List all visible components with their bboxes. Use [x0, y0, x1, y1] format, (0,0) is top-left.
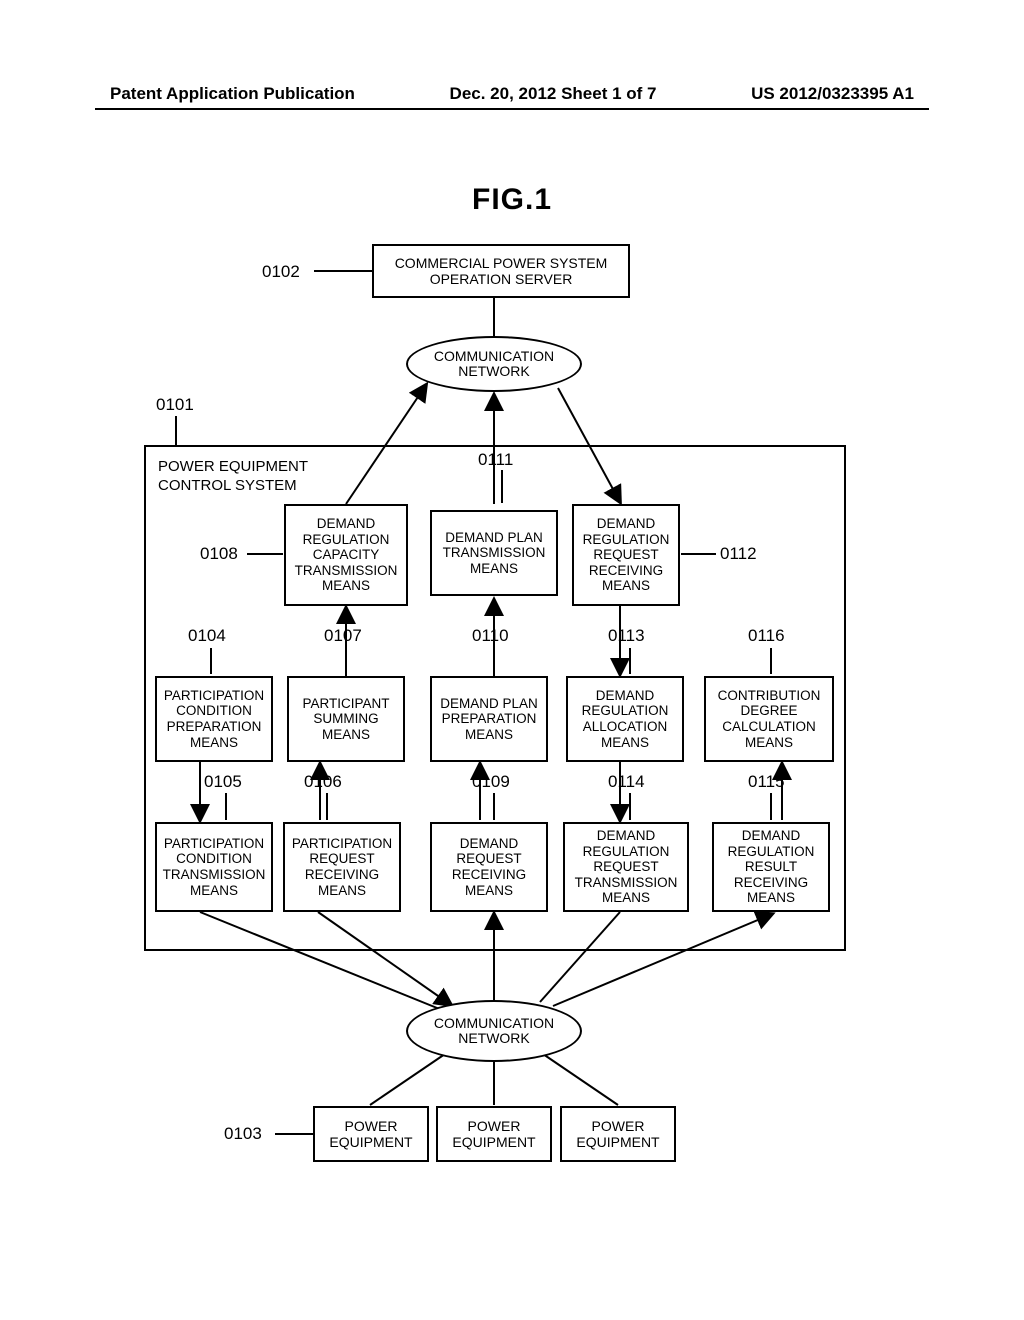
block-0114: DEMAND REGULATION REQUEST TRANSMISSION M… — [563, 822, 689, 912]
block-0110-label: DEMAND PLAN PREPARATION MEANS — [440, 696, 538, 743]
ref-0101: 0101 — [156, 395, 194, 415]
block-0116: CONTRIBUTION DEGREE CALCULATION MEANS — [704, 676, 834, 762]
block-0106: PARTICIPATION REQUEST RECEIVING MEANS — [283, 822, 401, 912]
ref-0116: 0116 — [748, 626, 785, 646]
block-0107-label: PARTICIPANT SUMMING MEANS — [302, 696, 389, 743]
header-center: Dec. 20, 2012 Sheet 1 of 7 — [450, 84, 657, 104]
block-0116-label: CONTRIBUTION DEGREE CALCULATION MEANS — [718, 688, 821, 750]
header-right: US 2012/0323395 A1 — [751, 84, 914, 104]
power-equipment-1-label: POWER EQUIPMENT — [329, 1118, 412, 1150]
block-0113-label: DEMAND REGULATION ALLOCATION MEANS — [582, 688, 669, 750]
figure-title: FIG.1 — [472, 183, 552, 217]
block-0113: DEMAND REGULATION ALLOCATION MEANS — [566, 676, 684, 762]
system-box-title: POWER EQUIPMENT CONTROL SYSTEM — [158, 458, 308, 496]
bottom-comm-network-label: COMMUNICATION NETWORK — [434, 1016, 554, 1047]
power-equipment-2: POWER EQUIPMENT — [436, 1106, 552, 1162]
commercial-power-server-box: COMMERCIAL POWER SYSTEM OPERATION SERVER — [372, 244, 630, 298]
block-0115-label: DEMAND REGULATION RESULT RECEIVING MEANS — [728, 828, 815, 906]
ref-0113: 0113 — [608, 626, 645, 646]
ref-0115: 0115 — [748, 772, 785, 792]
block-0108: DEMAND REGULATION CAPACITY TRANSMISSION … — [284, 504, 408, 606]
bottom-comm-network: COMMUNICATION NETWORK — [406, 1000, 582, 1062]
ref-0104: 0104 — [188, 626, 226, 646]
block-0114-label: DEMAND REGULATION REQUEST TRANSMISSION M… — [575, 828, 678, 906]
block-0111-label: DEMAND PLAN TRANSMISSION MEANS — [443, 530, 546, 577]
ref-0105: 0105 — [204, 772, 242, 792]
patent-header: Patent Application Publication Dec. 20, … — [110, 84, 914, 104]
ref-0102: 0102 — [262, 262, 300, 282]
block-0106-label: PARTICIPATION REQUEST RECEIVING MEANS — [292, 836, 392, 898]
top-comm-network-label: COMMUNICATION NETWORK — [434, 349, 554, 380]
ref-0109: 0109 — [472, 772, 510, 792]
power-equipment-1: POWER EQUIPMENT — [313, 1106, 429, 1162]
block-0104: PARTICIPATION CONDITION PREPARATION MEAN… — [155, 676, 273, 762]
ref-0108: 0108 — [200, 544, 238, 564]
block-0105: PARTICIPATION CONDITION TRANSMISSION MEA… — [155, 822, 273, 912]
ref-0106: 0106 — [304, 772, 342, 792]
ref-0114: 0114 — [608, 772, 645, 792]
block-0112: DEMAND REGULATION REQUEST RECEIVING MEAN… — [572, 504, 680, 606]
ref-0112: 0112 — [720, 544, 757, 564]
commercial-power-server-label: COMMERCIAL POWER SYSTEM OPERATION SERVER — [395, 255, 608, 287]
header-rule — [95, 108, 929, 110]
top-comm-network: COMMUNICATION NETWORK — [406, 336, 582, 392]
block-0107: PARTICIPANT SUMMING MEANS — [287, 676, 405, 762]
ref-0107: 0107 — [324, 626, 362, 646]
ref-0110: 0110 — [472, 626, 509, 646]
ref-0111: 0111 — [478, 450, 513, 470]
block-0105-label: PARTICIPATION CONDITION TRANSMISSION MEA… — [163, 836, 266, 898]
header-left: Patent Application Publication — [110, 84, 355, 104]
power-equipment-3-label: POWER EQUIPMENT — [576, 1118, 659, 1150]
block-0110: DEMAND PLAN PREPARATION MEANS — [430, 676, 548, 762]
block-0109: DEMAND REQUEST RECEIVING MEANS — [430, 822, 548, 912]
block-0104-label: PARTICIPATION CONDITION PREPARATION MEAN… — [164, 688, 264, 750]
block-0112-label: DEMAND REGULATION REQUEST RECEIVING MEAN… — [583, 516, 670, 594]
block-0115: DEMAND REGULATION RESULT RECEIVING MEANS — [712, 822, 830, 912]
block-0111: DEMAND PLAN TRANSMISSION MEANS — [430, 510, 558, 596]
power-equipment-2-label: POWER EQUIPMENT — [452, 1118, 535, 1150]
block-0108-label: DEMAND REGULATION CAPACITY TRANSMISSION … — [295, 516, 398, 594]
ref-0103: 0103 — [224, 1124, 262, 1144]
block-0109-label: DEMAND REQUEST RECEIVING MEANS — [452, 836, 526, 898]
power-equipment-3: POWER EQUIPMENT — [560, 1106, 676, 1162]
